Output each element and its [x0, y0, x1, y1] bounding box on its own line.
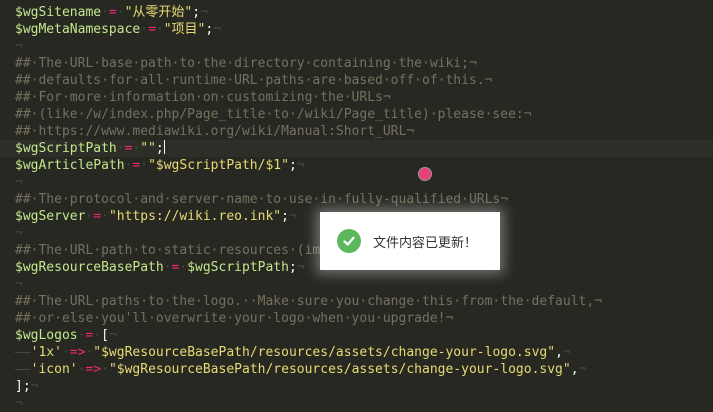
code-token: $wgLogos	[15, 328, 78, 343]
code-token: ¬	[200, 5, 208, 20]
code-line[interactable]: ¬	[15, 395, 713, 412]
code-line[interactable]: ——'icon'·=>·"$wgResourceBasePath/resourc…	[15, 361, 713, 378]
code-token: ·	[116, 141, 125, 156]
code-token: ·	[101, 209, 109, 224]
check-icon	[343, 236, 355, 246]
code-token: ,	[570, 362, 579, 377]
code-token: ""	[140, 141, 156, 156]
code-token: $wgServer	[15, 209, 86, 224]
code-token: ·	[101, 362, 109, 377]
code-token: ##·For·more·information·on·customizing·t…	[15, 90, 391, 105]
code-token: $wgArticlePath	[15, 158, 125, 173]
code-token: "https://wiki.reo.ink"	[108, 209, 282, 224]
code-token: ·	[93, 328, 102, 343]
code-token: ##·The·URL·path·to·static·resources·(ima	[15, 243, 329, 258]
code-token: ##·https://www.mediawiki.org/wiki/Manual…	[15, 124, 415, 139]
code-token: ¬	[108, 328, 117, 343]
code-token: $wgMetaNamespace	[15, 22, 141, 37]
code-line[interactable]: ¬	[15, 174, 713, 191]
code-token: ¬	[30, 379, 39, 394]
code-token: ];	[15, 379, 31, 394]
code-token: "$wgResourceBasePath/resources/assets/ch…	[108, 362, 571, 377]
code-token: =	[93, 209, 102, 224]
code-token: ##·The·URL·paths·to·the·logo.··Make·sure…	[15, 294, 602, 309]
code-token: ¬	[15, 226, 23, 241]
code-token: =>	[69, 345, 86, 360]
code-token: ,	[555, 345, 563, 360]
code-token: $wgResourceBasePath	[15, 260, 164, 275]
code-line[interactable]: ¬	[15, 276, 713, 293]
code-token: ·	[163, 260, 172, 275]
code-token: ##·(like·/w/index.php/Page_title·to·/wik…	[15, 107, 532, 122]
code-token: [	[101, 328, 109, 343]
code-line[interactable]: ##·The·protocol·and·server·name·to·use·i…	[15, 191, 713, 208]
code-line[interactable]: ¬	[15, 38, 713, 55]
code-token: '1x'	[30, 345, 62, 360]
code-token: ##·The·URL·base·path·to·the·directory·co…	[15, 56, 477, 71]
code-token: ##·The·protocol·and·server·name·to·use·i…	[15, 192, 509, 207]
code-line[interactable]: ##·https://www.mediawiki.org/wiki/Manual…	[15, 123, 713, 140]
code-token: $wgSitename	[15, 5, 102, 20]
code-token: ·	[116, 5, 125, 20]
check-circle-icon	[337, 229, 361, 253]
code-token: ¬	[288, 209, 297, 224]
code-token: $wgScriptPath	[15, 141, 117, 156]
mouse-cursor-dot	[419, 168, 431, 180]
code-token: ¬	[562, 345, 571, 360]
code-line[interactable]: $wgLogos·=·[¬	[15, 327, 713, 344]
code-editor[interactable]: $wgSitename·=·"从零开始";¬ $wgMetaNamespace·=…	[0, 0, 713, 411]
code-token: ¬	[296, 260, 305, 275]
code-token: "从零开始"	[124, 5, 193, 20]
text-caret	[163, 140, 165, 154]
code-token: ·	[61, 345, 70, 360]
code-token: "$wgResourceBasePath/resources/assets/ch…	[93, 345, 556, 360]
code-line[interactable]: ##·The·URL·paths·to·the·logo.··Make·sure…	[15, 293, 713, 310]
code-token: ¬	[15, 39, 23, 54]
code-line[interactable]: $wgMetaNamespace·=·"项目";¬	[15, 21, 713, 38]
code-token: ——	[15, 345, 31, 360]
code-token: ;	[288, 158, 297, 173]
code-token: ¬	[15, 277, 23, 292]
code-token: =	[148, 22, 156, 37]
code-token: ;	[155, 141, 164, 156]
code-line[interactable]: ];¬	[15, 378, 713, 395]
code-line[interactable]: $wgArticlePath·=·"$wgScriptPath/$1";¬	[15, 157, 713, 174]
code-line[interactable]: ##·For·more·information·on·customizing·t…	[15, 89, 713, 106]
code-line[interactable]: ##·defaults·for·all·runtime·URL·paths·ar…	[15, 72, 713, 89]
code-token: ·	[140, 158, 149, 173]
code-token: ##·defaults·for·all·runtime·URL·paths·ar…	[15, 73, 493, 88]
code-token: ¬	[296, 158, 305, 173]
code-token: ##·or·else·you'll·overwrite·your·logo·wh…	[15, 311, 454, 326]
code-token: "项目"	[163, 22, 206, 37]
code-token: ;	[192, 5, 201, 20]
code-token: ;	[281, 209, 289, 224]
code-token: =	[108, 5, 117, 20]
code-line[interactable]: ——'1x'·=>·"$wgResourceBasePath/resources…	[15, 344, 713, 361]
code-token: "$wgScriptPath/$1"	[148, 158, 289, 173]
code-token: ·	[101, 5, 109, 20]
code-token: ¬	[15, 396, 23, 411]
code-token: 'icon'	[30, 362, 78, 377]
code-token: ;	[288, 260, 297, 275]
code-line[interactable]: $wgScriptPath·=·"";	[0, 140, 713, 157]
code-token: ·	[140, 22, 149, 37]
toast-message: 文件内容已更新！	[373, 235, 478, 251]
code-token: ¬	[578, 362, 587, 377]
code-token: ——	[15, 362, 31, 377]
code-token: ¬	[213, 22, 222, 37]
code-line[interactable]: ##·(like·/w/index.php/Page_title·to·/wik…	[15, 106, 713, 123]
code-line[interactable]: $wgSitename·=·"从零开始";¬	[15, 4, 713, 21]
code-token: ·	[155, 22, 164, 37]
code-token: $wgScriptPath	[187, 260, 289, 275]
code-line[interactable]: ##·The·URL·base·path·to·the·directory·co…	[15, 55, 713, 72]
code-line[interactable]: ##·or·else·you'll·overwrite·your·logo·wh…	[15, 310, 713, 327]
code-token: =>	[85, 362, 102, 377]
code-token: ¬	[15, 175, 23, 190]
toast-notification: 文件内容已更新！	[320, 212, 500, 270]
